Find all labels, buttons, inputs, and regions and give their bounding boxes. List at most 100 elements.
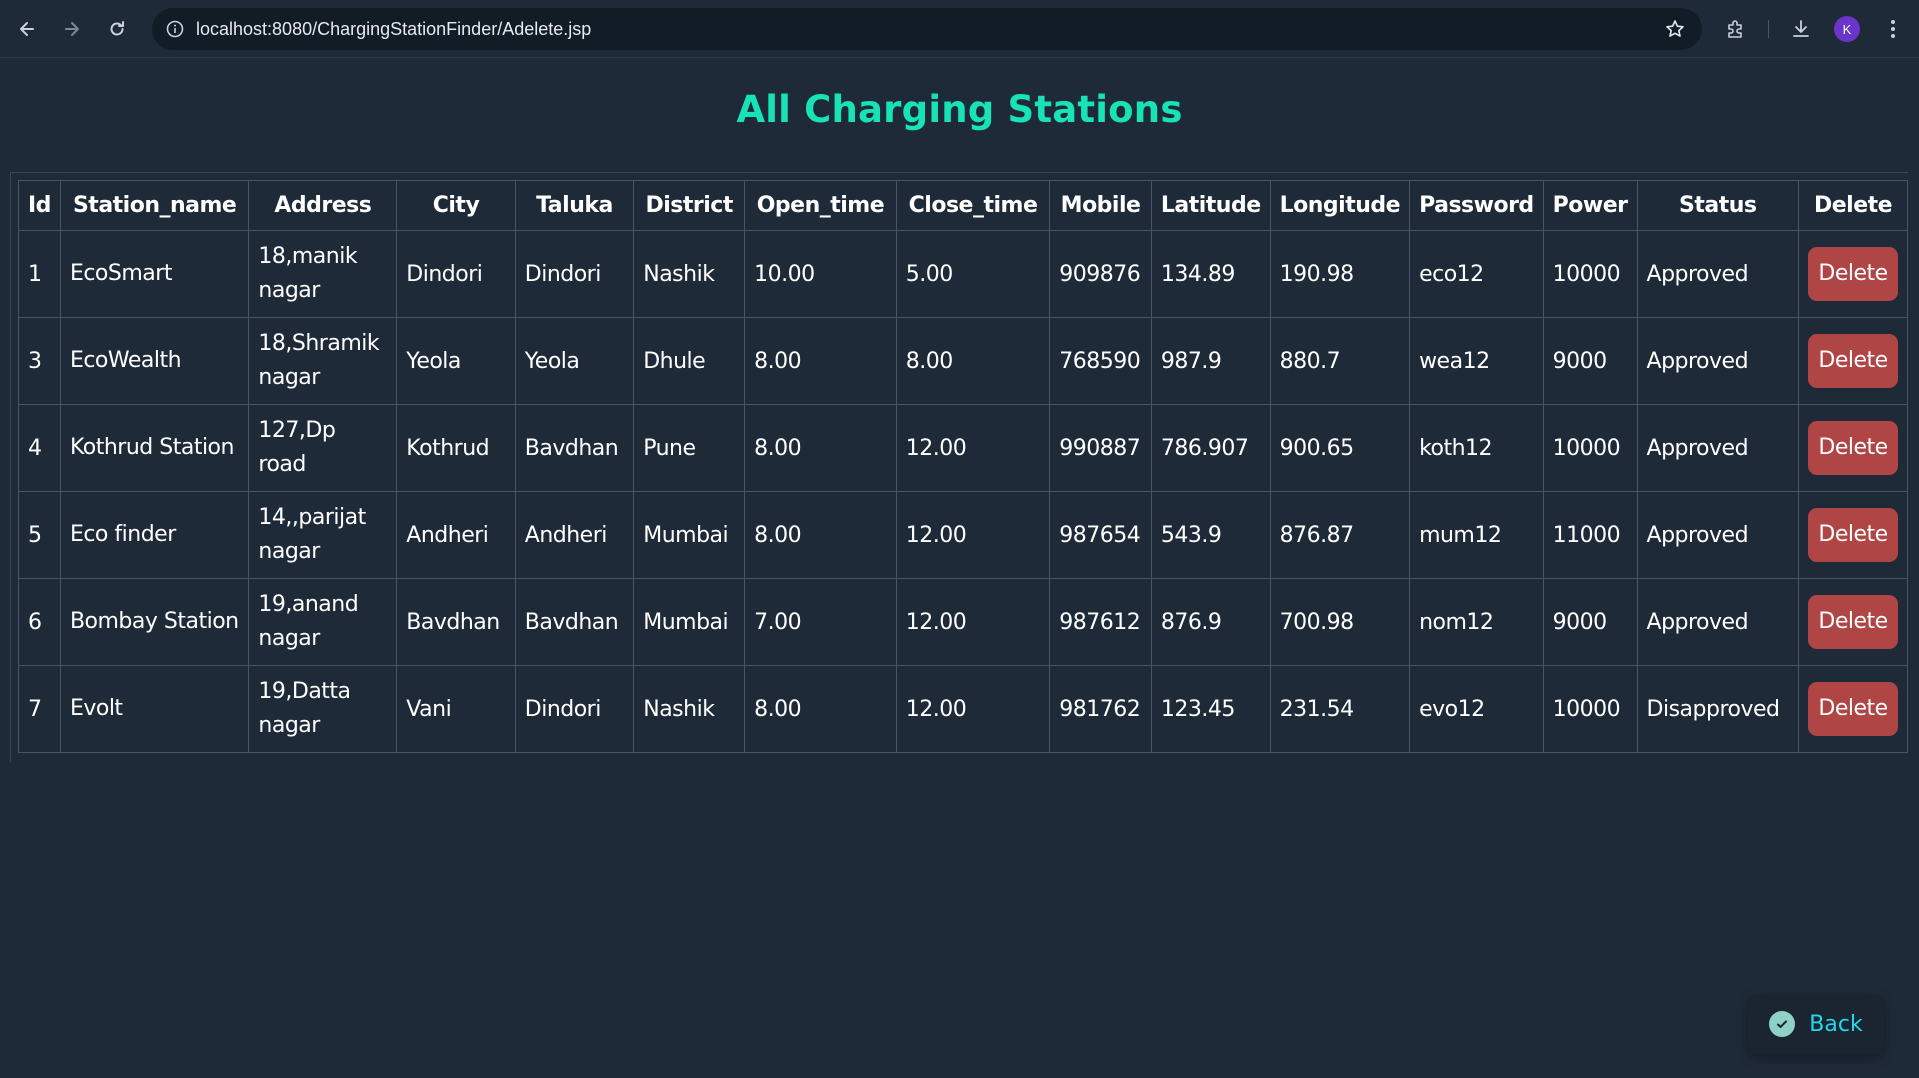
cell-id: 7 [18, 665, 61, 753]
delete-button[interactable]: Delete [1808, 421, 1898, 475]
delete-button[interactable]: Delete [1808, 508, 1898, 562]
cell-longitude: 876.87 [1269, 491, 1411, 579]
header-longitude: Longitude [1269, 180, 1411, 231]
cell-power: 11000 [1542, 491, 1638, 579]
table-header-row: Id Station_name Address City Taluka Dist… [18, 180, 1908, 231]
delete-button[interactable]: Delete [1808, 595, 1898, 649]
cell-id: 1 [18, 230, 61, 318]
profile-avatar[interactable]: K [1834, 16, 1860, 42]
cell-taluka: Dindori [514, 230, 635, 318]
page-title: All Charging Stations [736, 88, 1183, 131]
cell-city: Dindori [396, 230, 516, 318]
table-row: 5 Eco finder 14,,parijat nagar Andheri A… [18, 491, 1908, 579]
cell-open-time: 8.00 [744, 404, 897, 492]
header-delete: Delete [1798, 180, 1908, 231]
cell-delete: Delete [1798, 404, 1908, 492]
cell-taluka: Bavdhan [514, 578, 635, 666]
cell-mobile: 981762 [1049, 665, 1152, 753]
cell-password: wea12 [1409, 317, 1544, 405]
delete-button[interactable]: Delete [1808, 682, 1898, 736]
table-row: 4 Kothrud Station 127,Dp road Kothrud Ba… [18, 404, 1908, 492]
cell-longitude: 190.98 [1269, 230, 1411, 318]
cell-station-name: Bombay Station [59, 578, 250, 666]
cell-delete: Delete [1798, 491, 1908, 579]
header-station-name: Station_name [59, 180, 250, 231]
back-button[interactable]: Back [1748, 994, 1884, 1054]
header-latitude: Latitude [1150, 180, 1271, 231]
cell-id: 3 [18, 317, 61, 405]
extensions-icon[interactable] [1719, 12, 1753, 46]
table-row: 7 Evolt 19,Datta nagar Vani Dindori Nash… [18, 665, 1908, 753]
reload-icon[interactable] [100, 12, 134, 46]
header-id: Id [18, 180, 61, 231]
cell-power: 9000 [1542, 578, 1638, 666]
header-city: City [396, 180, 516, 231]
address-bar[interactable]: localhost:8080/ChargingStationFinder/Ade… [152, 8, 1702, 50]
cell-password: nom12 [1409, 578, 1544, 666]
cell-city: Vani [396, 665, 516, 753]
more-menu-icon[interactable] [1876, 12, 1910, 46]
cell-longitude: 880.7 [1269, 317, 1411, 405]
cell-address: 18,Shramik nagar [248, 317, 398, 405]
table-row: 6 Bombay Station 19,anand nagar Bavdhan … [18, 578, 1908, 666]
cell-mobile: 987654 [1049, 491, 1152, 579]
cell-status: Approved [1636, 578, 1800, 666]
site-info-icon[interactable] [160, 14, 190, 44]
cell-city: Yeola [396, 317, 516, 405]
download-icon[interactable] [1784, 12, 1818, 46]
cell-close-time: 12.00 [895, 491, 1051, 579]
header-open-time: Open_time [744, 180, 897, 231]
cell-open-time: 8.00 [744, 491, 897, 579]
cell-delete: Delete [1798, 230, 1908, 318]
cell-latitude: 123.45 [1150, 665, 1271, 753]
cell-mobile: 987612 [1049, 578, 1152, 666]
cell-mobile: 990887 [1049, 404, 1152, 492]
cell-delete: Delete [1798, 578, 1908, 666]
cell-district: Nashik [633, 230, 746, 318]
cell-address: 14,,parijat nagar [248, 491, 398, 579]
cell-open-time: 10.00 [744, 230, 897, 318]
bookmark-star-icon[interactable] [1660, 14, 1690, 44]
back-arrow-icon[interactable] [10, 12, 44, 46]
cell-close-time: 12.00 [895, 665, 1051, 753]
cell-mobile: 909876 [1049, 230, 1152, 318]
cell-taluka: Dindori [514, 665, 635, 753]
cell-district: Dhule [633, 317, 746, 405]
cell-station-name: Eco finder [59, 491, 250, 579]
cell-close-time: 8.00 [895, 317, 1051, 405]
back-check-icon [1769, 1011, 1796, 1037]
cell-station-name: Kothrud Station [59, 404, 250, 492]
table-row: 3 EcoWealth 18,Shramik nagar Yeola Yeola… [18, 317, 1908, 405]
header-district: District [633, 180, 746, 231]
delete-button[interactable]: Delete [1808, 334, 1898, 388]
back-label: Back [1809, 1011, 1863, 1037]
cell-power: 10000 [1542, 665, 1638, 753]
cell-password: evo12 [1409, 665, 1544, 753]
cell-taluka: Yeola [514, 317, 635, 405]
header-status: Status [1636, 180, 1800, 231]
cell-id: 5 [18, 491, 61, 579]
cell-district: Mumbai [633, 491, 746, 579]
cell-power: 10000 [1542, 230, 1638, 318]
cell-longitude: 900.65 [1269, 404, 1411, 492]
cell-latitude: 543.9 [1150, 491, 1271, 579]
cell-latitude: 987.9 [1150, 317, 1271, 405]
cell-address: 19,Datta nagar [248, 665, 398, 753]
toolbar-divider [1768, 20, 1769, 38]
cell-close-time: 12.00 [895, 404, 1051, 492]
stations-table: Id Station_name Address City Taluka Dist… [18, 180, 1908, 753]
browser-toolbar: localhost:8080/ChargingStationFinder/Ade… [0, 0, 1919, 58]
cell-password: mum12 [1409, 491, 1544, 579]
header-mobile: Mobile [1049, 180, 1152, 231]
forward-arrow-icon[interactable] [55, 12, 89, 46]
delete-button[interactable]: Delete [1808, 247, 1898, 301]
cell-address: 127,Dp road [248, 404, 398, 492]
cell-address: 18,manik nagar [248, 230, 398, 318]
url-text[interactable]: localhost:8080/ChargingStationFinder/Ade… [196, 8, 591, 50]
cell-delete: Delete [1798, 665, 1908, 753]
cell-longitude: 700.98 [1269, 578, 1411, 666]
cell-status: Approved [1636, 230, 1800, 318]
cell-latitude: 876.9 [1150, 578, 1271, 666]
cell-longitude: 231.54 [1269, 665, 1411, 753]
cell-password: koth12 [1409, 404, 1544, 492]
